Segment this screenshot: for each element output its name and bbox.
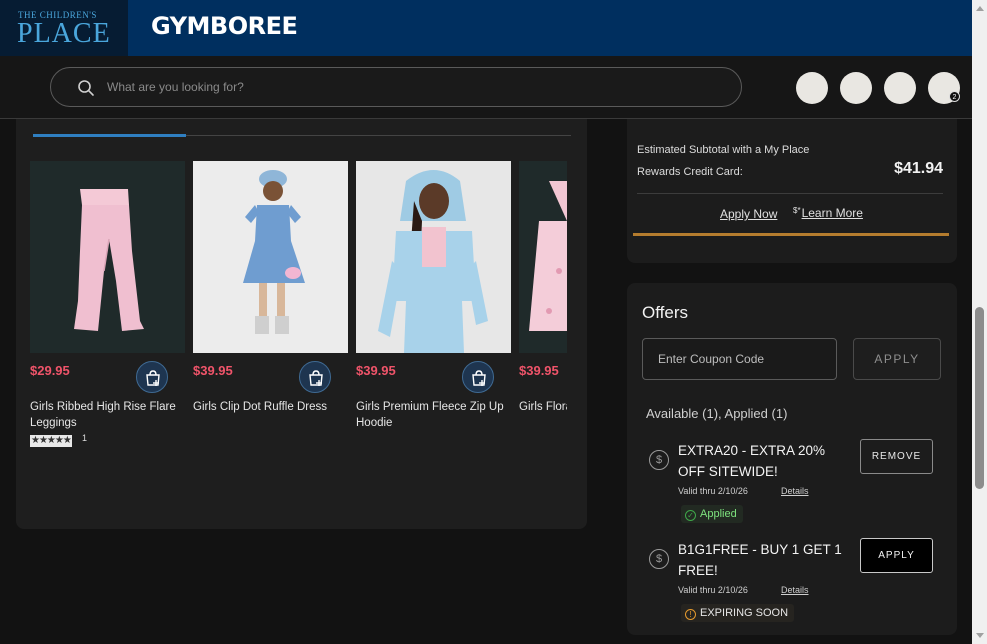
offers-panel: Offers APPLY Available (1), Applied (1) … <box>627 283 957 635</box>
offer-title: EXTRA20 - EXTRA 20% OFF SITEWIDE! <box>678 443 826 479</box>
estimated-subtotal-price: $41.94 <box>894 160 943 177</box>
page-scrollbar[interactable] <box>972 0 987 644</box>
learn-more-superscript: $* <box>793 206 801 215</box>
expiring-status: ! EXPIRING SOON <box>681 604 795 622</box>
add-to-bag-button[interactable] <box>299 361 331 393</box>
offer-details-link[interactable]: Details <box>781 486 809 496</box>
learn-more-label[interactable]: Learn More <box>802 206 863 220</box>
hoodie-image <box>378 170 488 353</box>
account-icon[interactable] <box>796 72 828 104</box>
summary-divider <box>637 193 943 194</box>
product-card[interactable]: $29.95 Girls Ribbed High Rise Flare Legg… <box>30 161 185 447</box>
product-name[interactable]: Girls Ribbed High Rise Flare Leggings <box>30 399 190 431</box>
product-name[interactable]: Girls Premium Fleece Zip Up Hoodie <box>356 399 516 431</box>
apply-offer-button[interactable]: APPLY <box>860 538 933 573</box>
apply-now-link[interactable]: Apply Now <box>720 207 777 221</box>
product-price: $39.95 <box>519 363 559 378</box>
remove-offer-button[interactable]: REMOVE <box>860 439 933 474</box>
scroll-up-arrow-icon[interactable] <box>976 6 984 11</box>
dollar-coupon-icon: $ <box>649 549 669 569</box>
cart-icon[interactable]: 2 <box>928 72 960 104</box>
estimated-subtotal-label: Estimated Subtotal with a My Place Rewar… <box>637 144 810 178</box>
learn-more-link[interactable]: $*Learn More <box>793 206 863 220</box>
product-carousel[interactable]: $29.95 Girls Ribbed High Rise Flare Legg… <box>30 161 567 461</box>
offers-availability: Available (1), Applied (1) <box>646 406 788 421</box>
cart-count-badge: 2 <box>949 91 960 102</box>
offer-title: B1G1FREE - BUY 1 GET 1 FREE! <box>678 542 842 578</box>
check-circle-icon: ✓ <box>685 510 696 521</box>
leggings-image <box>74 189 144 331</box>
logo-big-text: PLACE <box>17 18 111 49</box>
offer-valid-date: Valid thru 2/10/26 <box>678 585 748 595</box>
product-name[interactable]: Girls Floral Print Dress <box>519 399 567 415</box>
product-price: $39.95 <box>193 363 233 378</box>
applied-status: ✓ Applied <box>681 505 743 523</box>
product-image[interactable] <box>356 161 511 353</box>
dress-image <box>243 170 305 334</box>
childrens-place-logo[interactable]: THE CHILDREN'S PLACE <box>0 0 128 56</box>
dollar-coupon-icon: $ <box>649 450 669 470</box>
shopping-bag-plus-icon <box>472 370 486 386</box>
star-rating: ★★★★★ <box>30 435 72 447</box>
apply-coupon-button[interactable]: APPLY <box>853 338 941 380</box>
page: THE CHILDREN'S PLACE GYMBOREE 2 <box>0 0 987 644</box>
offer-valid-date: Valid thru 2/10/26 <box>678 486 748 496</box>
rewards-icon[interactable] <box>840 72 872 104</box>
scroll-down-arrow-icon[interactable] <box>976 633 984 638</box>
active-tab-indicator[interactable] <box>33 134 186 137</box>
favorites-icon[interactable] <box>884 72 916 104</box>
add-to-bag-button[interactable] <box>136 361 168 393</box>
product-image[interactable] <box>193 161 348 353</box>
search-icon[interactable] <box>77 79 95 97</box>
search-input[interactable] <box>107 77 707 97</box>
gold-accent-line <box>633 233 949 236</box>
offers-title: Offers <box>642 303 688 322</box>
add-to-bag-button[interactable] <box>462 361 494 393</box>
coupon-code-input[interactable] <box>642 338 837 380</box>
search-bar[interactable] <box>50 67 742 107</box>
order-summary-panel: Estimated Subtotal with a My Place Rewar… <box>627 119 957 263</box>
shopping-bag-plus-icon <box>146 370 160 386</box>
product-name[interactable]: Girls Clip Dot Ruffle Dress <box>193 399 353 415</box>
shopping-bag-plus-icon <box>309 370 323 386</box>
expiring-status-label: EXPIRING SOON <box>700 607 789 619</box>
rating-count: 1 <box>82 433 88 443</box>
product-price: $29.95 <box>30 363 70 378</box>
product-image[interactable] <box>30 161 185 353</box>
applied-status-label: Applied <box>700 508 737 520</box>
product-card[interactable]: $39.95 Girls Floral Print Dress <box>519 161 567 413</box>
recommendations-panel: $29.95 Girls Ribbed High Rise Flare Legg… <box>16 119 587 529</box>
gymboree-logo[interactable]: GYMBOREE <box>151 12 298 40</box>
warning-clock-icon: ! <box>685 609 696 620</box>
product-card[interactable]: $39.95 Girls Clip Dot Ruffle Dress <box>193 161 348 413</box>
offer-details-link[interactable]: Details <box>781 585 809 595</box>
product-price: $39.95 <box>356 363 396 378</box>
site-header: 2 <box>0 56 972 119</box>
product-image[interactable] <box>519 161 567 353</box>
scrollbar-thumb[interactable] <box>975 307 984 489</box>
floral-dress-image <box>529 181 567 331</box>
product-card[interactable]: $39.95 Girls Premium Fleece Zip Up Hoodi… <box>356 161 511 429</box>
brand-bar: THE CHILDREN'S PLACE GYMBOREE <box>0 0 972 56</box>
